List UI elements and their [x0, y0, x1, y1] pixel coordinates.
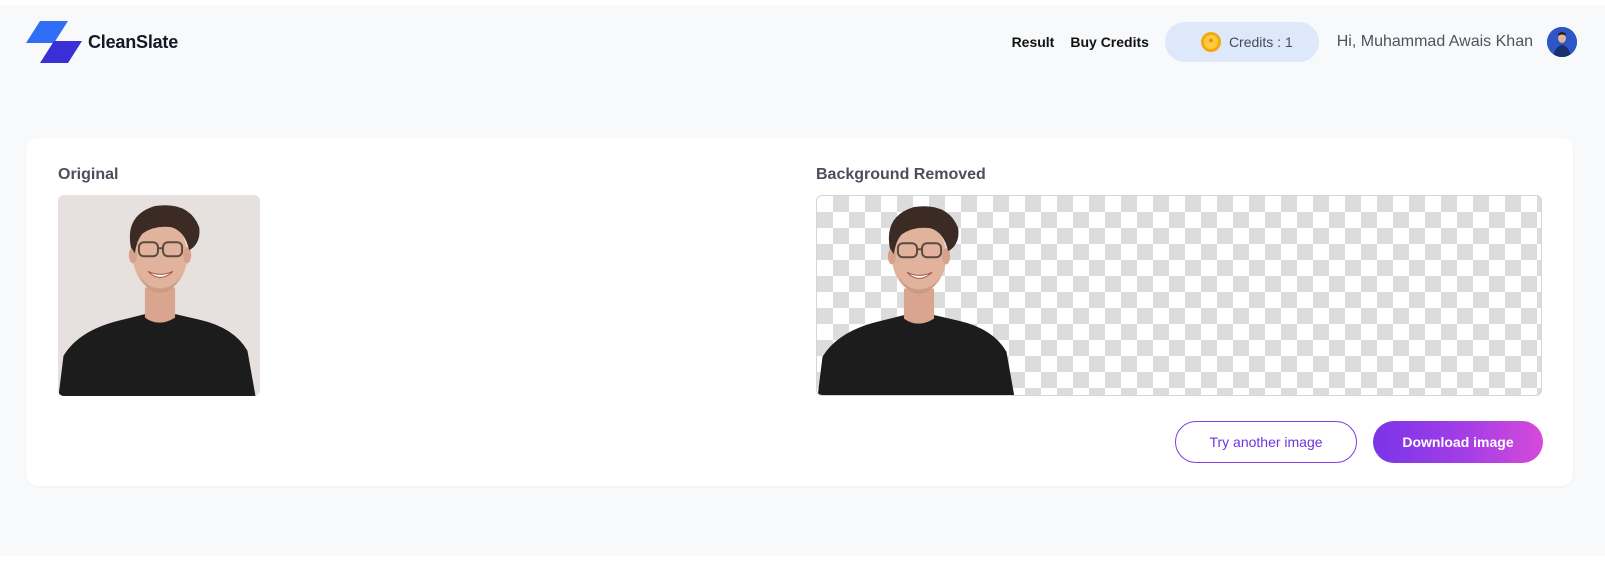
original-image [58, 195, 260, 396]
original-portrait [58, 195, 260, 396]
credits-text: Credits : 1 [1228, 34, 1293, 50]
nav-buy-credits-link[interactable]: Buy Credits [1070, 34, 1149, 50]
avatar[interactable] [1547, 27, 1577, 57]
bottom-strip [0, 556, 1605, 562]
original-label: Original [58, 166, 119, 183]
cleanslate-logo-icon [26, 21, 82, 63]
nav-result-link[interactable]: Result [1012, 34, 1055, 50]
result-card: Original Background Removed Try another … [26, 138, 1573, 486]
background-removed-image [816, 195, 1542, 396]
brand-name: CleanSlate [88, 31, 179, 52]
top-nav: Result Buy Credits Credits : 1 Hi, Muham… [1012, 21, 1577, 63]
coin-icon [1200, 32, 1221, 52]
top-header: CleanSlate Result Buy Credits Credits : … [0, 5, 1605, 81]
try-another-image-button[interactable]: Try another image [1175, 421, 1357, 463]
credits-badge[interactable]: Credits : 1 [1164, 22, 1319, 62]
user-greeting: Hi, Muhammad Awais Khan [1336, 33, 1533, 50]
logo-link[interactable]: CleanSlate [26, 21, 178, 63]
background-removed-label: Background Removed [816, 166, 986, 183]
removed-portrait [817, 196, 1019, 396]
download-image-button[interactable]: Download image [1373, 421, 1543, 463]
